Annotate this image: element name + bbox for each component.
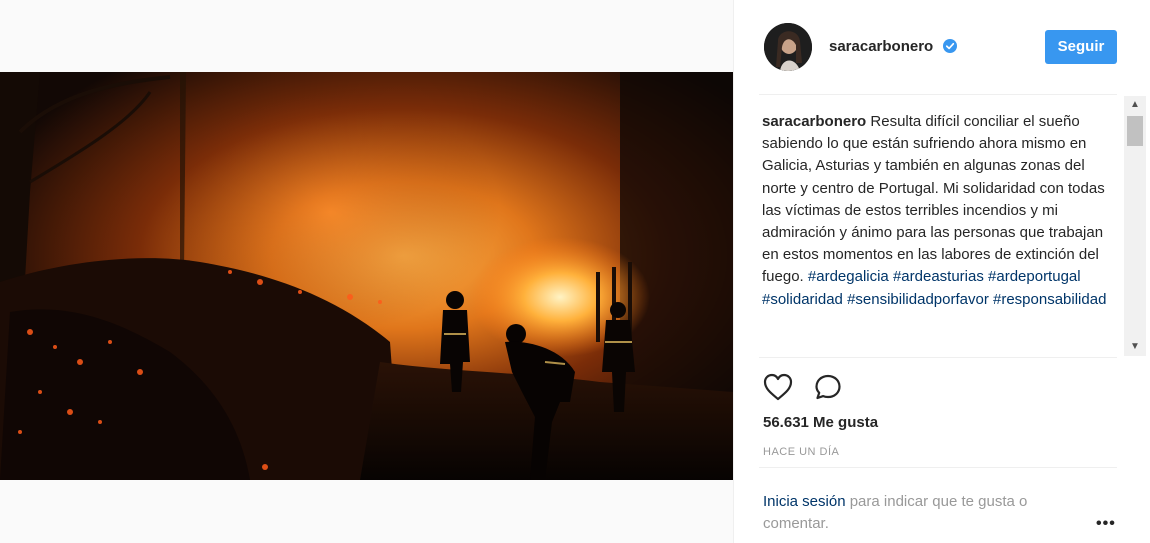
likes-count[interactable]: 56.631 Me gusta <box>763 414 878 431</box>
scroll-up-arrow-icon[interactable]: ▲ <box>1124 96 1146 114</box>
post-timestamp[interactable]: HACE UN DÍA <box>763 446 839 458</box>
login-link[interactable]: Inicia sesión <box>763 493 846 510</box>
login-prompt: Inicia sesión para indicar que te gusta … <box>763 491 1083 535</box>
caption-divider <box>759 357 1117 358</box>
wildfire-photo-illustration <box>0 72 733 480</box>
scroll-thumb[interactable] <box>1127 116 1143 146</box>
media-pane <box>0 0 733 543</box>
caption: saracarbonero Resulta difícil conciliar … <box>762 111 1122 357</box>
follow-button[interactable]: Seguir <box>1045 30 1117 64</box>
verified-badge-icon <box>943 39 957 53</box>
caption-text: Resulta difícil conciliar el sueño sabie… <box>762 113 1105 286</box>
caption-scrollbar[interactable]: ▲ ▼ <box>1124 96 1146 356</box>
avatar-picture <box>764 23 812 71</box>
avatar[interactable] <box>764 23 812 71</box>
post-side-panel: saracarbonero Seguir saracarbonero Resul… <box>734 0 1150 543</box>
hashtag-link[interactable]: #ardegalicia <box>808 268 889 285</box>
scroll-down-arrow-icon[interactable]: ▼ <box>1124 338 1146 356</box>
header-username[interactable]: saracarbonero <box>829 38 933 55</box>
heart-icon[interactable] <box>763 373 793 401</box>
actions-divider <box>759 467 1117 468</box>
hashtag-link[interactable]: #responsabilidad <box>993 291 1106 308</box>
post-photo[interactable] <box>0 72 733 480</box>
hashtag-link[interactable]: #ardeasturias <box>893 268 984 285</box>
hashtag-link[interactable]: #sensibilidadporfavor <box>847 291 989 308</box>
comment-icon[interactable] <box>814 373 842 401</box>
more-options-icon[interactable]: ••• <box>1096 515 1116 533</box>
caption-username[interactable]: saracarbonero <box>762 113 866 130</box>
hashtag-link[interactable]: #ardeportugal <box>988 268 1081 285</box>
header-divider <box>759 94 1117 95</box>
hashtag-link[interactable]: #solidaridad <box>762 291 843 308</box>
post-header: saracarbonero Seguir <box>734 0 1150 94</box>
